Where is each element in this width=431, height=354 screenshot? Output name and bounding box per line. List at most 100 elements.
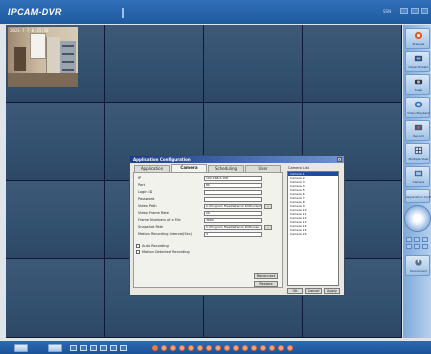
channel-indicator-dot[interactable] (260, 345, 266, 351)
dialog-close-button[interactable]: x (337, 157, 342, 162)
video-path-input[interactable]: C:\Program Files\Network DVR\video\ (204, 204, 262, 209)
camera-list[interactable]: Camera 1 Camera 2 Camera 3 Camera 4 Came… (287, 171, 339, 286)
disconnect-icon (415, 258, 422, 266)
port-input[interactable]: 80 (204, 183, 262, 188)
eye-icon (414, 31, 423, 40)
title-bar: IPCAM-DVR SSN (0, 0, 431, 24)
application-configuration-dialog: Application Configuration x Application … (129, 155, 345, 296)
tab-user[interactable]: User (245, 165, 281, 172)
password-input[interactable] (204, 197, 262, 202)
video-playback-button[interactable]: Video Playback (405, 97, 430, 118)
layout-2x2-icon[interactable] (80, 345, 87, 351)
ptz-key[interactable] (414, 244, 420, 249)
ok-button[interactable]: OK (287, 288, 303, 294)
field-row-frame-rate: Video Frame Rate 20 (138, 211, 284, 217)
video-cell-5[interactable] (6, 103, 104, 180)
field-row-login-id: Login ID (138, 190, 284, 196)
motion-interval-label: Motion Recording Interval(Sec) (138, 232, 193, 236)
tab-camera[interactable]: Camera (171, 164, 207, 172)
video-cell-1[interactable]: 2021-7-7 8:15:58 (6, 25, 104, 102)
video-cell-9[interactable] (6, 181, 104, 258)
camera-settings-button[interactable]: Camera (405, 166, 430, 187)
ptz-key[interactable] (414, 237, 420, 242)
disconnect-button[interactable]: Disconnect (405, 255, 430, 276)
channel-indicator-dot[interactable] (278, 345, 284, 351)
camera-list-item[interactable]: Camera 16 (288, 232, 338, 236)
channel-indicator-dot[interactable] (269, 345, 275, 351)
ptz-key[interactable] (406, 244, 412, 249)
layout-1x1-icon[interactable] (70, 345, 77, 351)
door-panel (46, 37, 60, 73)
video-path-browse-button[interactable]: ... (264, 204, 272, 209)
ptz-key[interactable] (406, 237, 412, 242)
ipcam-dvr-window: IPCAM-DVR SSN 2021-7-7 8:15:58 Applicati… (0, 0, 431, 354)
restore-button[interactable]: Restore (254, 281, 278, 287)
ptz-control-ring[interactable] (404, 205, 431, 232)
sequence-button[interactable] (48, 344, 62, 352)
reconnect-button[interactable]: Reconnect (254, 273, 278, 279)
channel-indicator-dot[interactable] (287, 345, 293, 351)
frame-rate-input[interactable]: 20 (204, 211, 262, 216)
record-button[interactable]: Record (405, 120, 430, 141)
channel-indicator-dot[interactable] (251, 345, 257, 351)
layout-3x3-icon[interactable] (90, 345, 97, 351)
dialog-title-bar[interactable]: Application Configuration x (130, 156, 344, 163)
cancel-button[interactable]: Cancel (305, 288, 322, 294)
channel-indicator-dot[interactable] (206, 345, 212, 351)
video-cell-4[interactable] (303, 25, 401, 102)
motion-recording-checkbox[interactable]: Motion Detected Recording (136, 250, 236, 255)
channel-indicator-dot[interactable] (152, 345, 158, 351)
checkbox-box (136, 244, 140, 248)
video-cell-13[interactable] (6, 259, 104, 337)
maximize-button[interactable] (411, 8, 419, 14)
camera-settings-panel: IP 192.168.0.108 Port 80 Login ID Passwo… (133, 172, 283, 288)
ptz-key[interactable] (422, 244, 428, 249)
apply-button[interactable]: Apply (324, 288, 340, 294)
shelf-rack-1 (62, 45, 74, 47)
snapshot-path-input[interactable]: C:\Program Files\Network DVR\snap (204, 225, 262, 230)
close-stream-button[interactable]: Close Stream (405, 51, 430, 72)
shelf-rack-2 (62, 53, 74, 55)
layout-4x4-icon[interactable] (100, 345, 107, 351)
channel-indicator-dot[interactable] (179, 345, 185, 351)
ptz-key[interactable] (422, 237, 428, 242)
snap-button[interactable]: Snap (405, 74, 430, 95)
minimize-button[interactable] (400, 8, 408, 14)
multiple-view-label: Multiple View (408, 157, 429, 161)
snap-label: Snap (414, 88, 423, 92)
application-configuration-button[interactable]: Application Configuration (405, 189, 431, 203)
channel-indicator-dot[interactable] (170, 345, 176, 351)
channel-indicator-dot[interactable] (242, 345, 248, 351)
channel-indicator-dot[interactable] (233, 345, 239, 351)
layout-5x5-icon[interactable] (110, 345, 117, 351)
channel-indicator-dot[interactable] (215, 345, 221, 351)
bottom-toolbar (0, 341, 431, 354)
tab-application[interactable]: Application (134, 165, 170, 172)
motion-recording-label: Motion Detected Recording (142, 250, 190, 254)
grid-icon (414, 146, 423, 155)
channel-indicator-dot[interactable] (188, 345, 194, 351)
motion-interval-input[interactable]: 3 (204, 232, 262, 237)
snapshot-path-browse-button[interactable]: ... (264, 225, 272, 230)
ip-input[interactable]: 192.168.0.108 (204, 176, 262, 181)
channel-indicator-dot[interactable] (197, 345, 203, 351)
layout-6x6-icon[interactable] (120, 345, 127, 351)
control-sidebar: Preview Close Stream Snap Video Playback… (403, 25, 431, 338)
video-cell-3[interactable] (204, 25, 302, 102)
close-stream-label: Close Stream (408, 65, 429, 69)
frame-numbers-input[interactable]: 3600 (204, 218, 262, 223)
camera-settings-label: Camera (412, 180, 425, 184)
video-playback-label: Video Playback (407, 111, 430, 115)
close-window-button[interactable] (421, 8, 428, 14)
auto-recording-checkbox[interactable]: Auto Recording (136, 244, 236, 249)
preview-button[interactable]: Preview (405, 28, 430, 49)
frame-numbers-label: Frame Numbers of a File (138, 218, 181, 222)
channel-indicator-dot[interactable] (161, 345, 167, 351)
video-cell-2[interactable] (105, 25, 203, 102)
fullscreen-button[interactable] (14, 344, 28, 352)
password-label: Password (138, 197, 155, 201)
multiple-view-button[interactable]: Multiple View (405, 143, 430, 164)
channel-indicator-dot[interactable] (224, 345, 230, 351)
tab-scheduling[interactable]: Scheduling (208, 165, 244, 172)
login-id-input[interactable] (204, 190, 262, 195)
